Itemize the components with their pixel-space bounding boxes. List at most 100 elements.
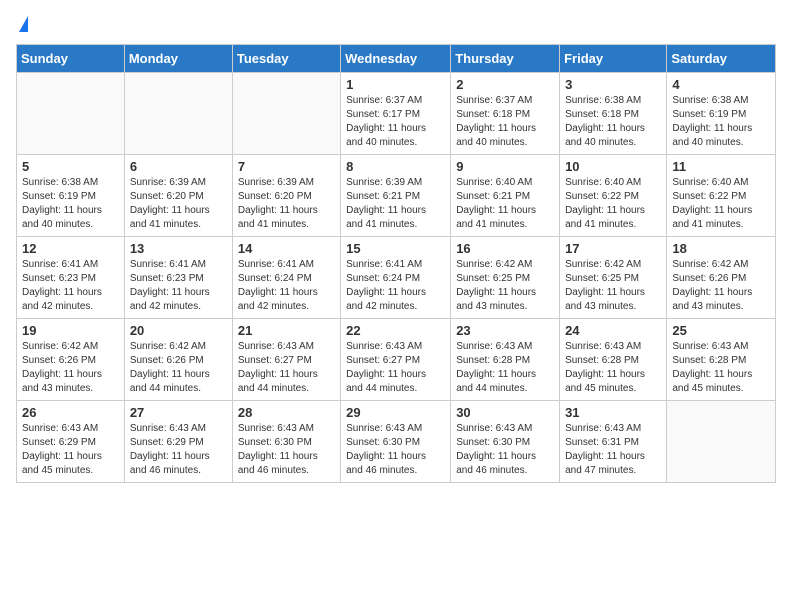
day-number: 16 xyxy=(456,241,554,256)
calendar-week-row: 19Sunrise: 6:42 AM Sunset: 6:26 PM Dayli… xyxy=(17,319,776,401)
day-number: 15 xyxy=(346,241,445,256)
day-number: 28 xyxy=(238,405,335,420)
calendar-day-cell: 4 Sunrise: 6:38 AM Sunset: 6:19 PM Daylig… xyxy=(667,73,776,155)
calendar-day-cell xyxy=(124,73,232,155)
day-number: 23 xyxy=(456,323,554,338)
day-info: Sunrise: 6:38 AM Sunset: 6:19 PM Dayligh… xyxy=(672,94,770,150)
day-info: Sunrise: 6:43 AM Sunset: 6:27 PM Dayligh… xyxy=(238,340,335,396)
day-number: 31 xyxy=(565,405,661,420)
day-number: 2 xyxy=(456,77,554,92)
calendar-day-cell: 11 Sunrise: 6:40 AM Sunset: 6:22 PM Dayli… xyxy=(667,155,776,237)
day-number: 26 xyxy=(22,405,119,420)
day-info: Sunrise: 6:43 AM Sunset: 6:27 PM Dayligh… xyxy=(346,340,445,396)
day-info: Sunrise: 6:43 AM Sunset: 6:28 PM Dayligh… xyxy=(672,340,770,396)
day-number: 24 xyxy=(565,323,661,338)
calendar-day-cell: 15 Sunrise: 6:41 AM Sunset: 6:24 PM Dayli… xyxy=(341,237,451,319)
day-info: Sunrise: 6:43 AM Sunset: 6:30 PM Dayligh… xyxy=(238,422,335,478)
calendar-day-cell: 13 Sunrise: 6:41 AM Sunset: 6:23 PM Dayli… xyxy=(124,237,232,319)
day-info: Sunrise: 6:42 AM Sunset: 6:26 PM Dayligh… xyxy=(22,340,119,396)
day-number: 17 xyxy=(565,241,661,256)
calendar-day-cell: 24 Sunrise: 6:43 AM Sunset: 6:28 PM Dayli… xyxy=(560,319,667,401)
calendar-header-row: SundayMondayTuesdayWednesdayThursdayFrid… xyxy=(17,45,776,73)
day-info: Sunrise: 6:43 AM Sunset: 6:31 PM Dayligh… xyxy=(565,422,661,478)
calendar-day-cell: 6Sunrise: 6:39 AM Sunset: 6:20 PM Daylig… xyxy=(124,155,232,237)
day-info: Sunrise: 6:41 AM Sunset: 6:24 PM Dayligh… xyxy=(238,258,335,314)
day-number: 25 xyxy=(672,323,770,338)
calendar-day-cell: 7Sunrise: 6:39 AM Sunset: 6:20 PM Daylig… xyxy=(232,155,340,237)
day-number: 27 xyxy=(130,405,227,420)
calendar-day-cell: 26 Sunrise: 6:43 AM Sunset: 6:29 PM Dayli… xyxy=(17,401,125,483)
day-info: Sunrise: 6:43 AM Sunset: 6:28 PM Dayligh… xyxy=(456,340,554,396)
calendar-week-row: 26 Sunrise: 6:43 AM Sunset: 6:29 PM Dayli… xyxy=(17,401,776,483)
calendar-day-cell: 16 Sunrise: 6:42 AM Sunset: 6:25 PM Dayli… xyxy=(451,237,560,319)
calendar-day-cell: 14 Sunrise: 6:41 AM Sunset: 6:24 PM Dayli… xyxy=(232,237,340,319)
day-number: 21 xyxy=(238,323,335,338)
day-info: Sunrise: 6:43 AM Sunset: 6:30 PM Dayligh… xyxy=(456,422,554,478)
day-number: 13 xyxy=(130,241,227,256)
day-number: 7 xyxy=(238,159,335,174)
day-info: Sunrise: 6:42 AM Sunset: 6:26 PM Dayligh… xyxy=(130,340,227,396)
calendar-day-cell: 9 Sunrise: 6:40 AM Sunset: 6:21 PM Daylig… xyxy=(451,155,560,237)
day-of-week-header: Wednesday xyxy=(341,45,451,73)
day-info: Sunrise: 6:39 AM Sunset: 6:21 PM Dayligh… xyxy=(346,176,445,232)
day-number: 8 xyxy=(346,159,445,174)
day-info: Sunrise: 6:37 AM Sunset: 6:17 PM Dayligh… xyxy=(346,94,445,150)
day-number: 22 xyxy=(346,323,445,338)
day-number: 5 xyxy=(22,159,119,174)
calendar-day-cell: 29 Sunrise: 6:43 AM Sunset: 6:30 PM Dayli… xyxy=(341,401,451,483)
calendar-day-cell: 25 Sunrise: 6:43 AM Sunset: 6:28 PM Dayli… xyxy=(667,319,776,401)
day-of-week-header: Tuesday xyxy=(232,45,340,73)
day-info: Sunrise: 6:40 AM Sunset: 6:22 PM Dayligh… xyxy=(565,176,661,232)
calendar-day-cell: 3Sunrise: 6:38 AM Sunset: 6:18 PM Daylig… xyxy=(560,73,667,155)
calendar-day-cell: 5 Sunrise: 6:38 AM Sunset: 6:19 PM Daylig… xyxy=(17,155,125,237)
page-header xyxy=(16,16,776,34)
day-info: Sunrise: 6:43 AM Sunset: 6:29 PM Dayligh… xyxy=(22,422,119,478)
calendar-day-cell: 8 Sunrise: 6:39 AM Sunset: 6:21 PM Daylig… xyxy=(341,155,451,237)
day-number: 29 xyxy=(346,405,445,420)
day-number: 4 xyxy=(672,77,770,92)
calendar-day-cell: 28 Sunrise: 6:43 AM Sunset: 6:30 PM Dayli… xyxy=(232,401,340,483)
day-number: 11 xyxy=(672,159,770,174)
calendar-day-cell: 27 Sunrise: 6:43 AM Sunset: 6:29 PM Dayli… xyxy=(124,401,232,483)
day-info: Sunrise: 6:42 AM Sunset: 6:25 PM Dayligh… xyxy=(456,258,554,314)
day-info: Sunrise: 6:41 AM Sunset: 6:23 PM Dayligh… xyxy=(130,258,227,314)
day-info: Sunrise: 6:41 AM Sunset: 6:23 PM Dayligh… xyxy=(22,258,119,314)
calendar-day-cell xyxy=(17,73,125,155)
calendar-day-cell: 12Sunrise: 6:41 AM Sunset: 6:23 PM Dayli… xyxy=(17,237,125,319)
day-info: Sunrise: 6:43 AM Sunset: 6:30 PM Dayligh… xyxy=(346,422,445,478)
calendar-day-cell: 20Sunrise: 6:42 AM Sunset: 6:26 PM Dayli… xyxy=(124,319,232,401)
day-info: Sunrise: 6:38 AM Sunset: 6:19 PM Dayligh… xyxy=(22,176,119,232)
day-of-week-header: Sunday xyxy=(17,45,125,73)
calendar-week-row: 12Sunrise: 6:41 AM Sunset: 6:23 PM Dayli… xyxy=(17,237,776,319)
day-info: Sunrise: 6:42 AM Sunset: 6:25 PM Dayligh… xyxy=(565,258,661,314)
day-info: Sunrise: 6:37 AM Sunset: 6:18 PM Dayligh… xyxy=(456,94,554,150)
calendar-week-row: 1Sunrise: 6:37 AM Sunset: 6:17 PM Daylig… xyxy=(17,73,776,155)
calendar-day-cell: 31 Sunrise: 6:43 AM Sunset: 6:31 PM Dayli… xyxy=(560,401,667,483)
day-number: 14 xyxy=(238,241,335,256)
day-of-week-header: Thursday xyxy=(451,45,560,73)
calendar-day-cell: 1Sunrise: 6:37 AM Sunset: 6:17 PM Daylig… xyxy=(341,73,451,155)
day-info: Sunrise: 6:42 AM Sunset: 6:26 PM Dayligh… xyxy=(672,258,770,314)
day-info: Sunrise: 6:38 AM Sunset: 6:18 PM Dayligh… xyxy=(565,94,661,150)
day-info: Sunrise: 6:43 AM Sunset: 6:29 PM Dayligh… xyxy=(130,422,227,478)
calendar-day-cell: 19Sunrise: 6:42 AM Sunset: 6:26 PM Dayli… xyxy=(17,319,125,401)
calendar-day-cell: 10Sunrise: 6:40 AM Sunset: 6:22 PM Dayli… xyxy=(560,155,667,237)
day-of-week-header: Friday xyxy=(560,45,667,73)
day-number: 18 xyxy=(672,241,770,256)
calendar-day-cell: 17 Sunrise: 6:42 AM Sunset: 6:25 PM Dayli… xyxy=(560,237,667,319)
day-number: 9 xyxy=(456,159,554,174)
day-of-week-header: Saturday xyxy=(667,45,776,73)
day-info: Sunrise: 6:43 AM Sunset: 6:28 PM Dayligh… xyxy=(565,340,661,396)
day-info: Sunrise: 6:40 AM Sunset: 6:22 PM Dayligh… xyxy=(672,176,770,232)
day-info: Sunrise: 6:40 AM Sunset: 6:21 PM Dayligh… xyxy=(456,176,554,232)
calendar-day-cell: 30 Sunrise: 6:43 AM Sunset: 6:30 PM Dayli… xyxy=(451,401,560,483)
calendar-week-row: 5 Sunrise: 6:38 AM Sunset: 6:19 PM Daylig… xyxy=(17,155,776,237)
day-number: 30 xyxy=(456,405,554,420)
day-info: Sunrise: 6:39 AM Sunset: 6:20 PM Dayligh… xyxy=(130,176,227,232)
calendar-day-cell xyxy=(232,73,340,155)
calendar-day-cell: 22 Sunrise: 6:43 AM Sunset: 6:27 PM Dayli… xyxy=(341,319,451,401)
logo xyxy=(16,16,28,34)
day-info: Sunrise: 6:41 AM Sunset: 6:24 PM Dayligh… xyxy=(346,258,445,314)
calendar-day-cell: 21 Sunrise: 6:43 AM Sunset: 6:27 PM Dayli… xyxy=(232,319,340,401)
day-of-week-header: Monday xyxy=(124,45,232,73)
